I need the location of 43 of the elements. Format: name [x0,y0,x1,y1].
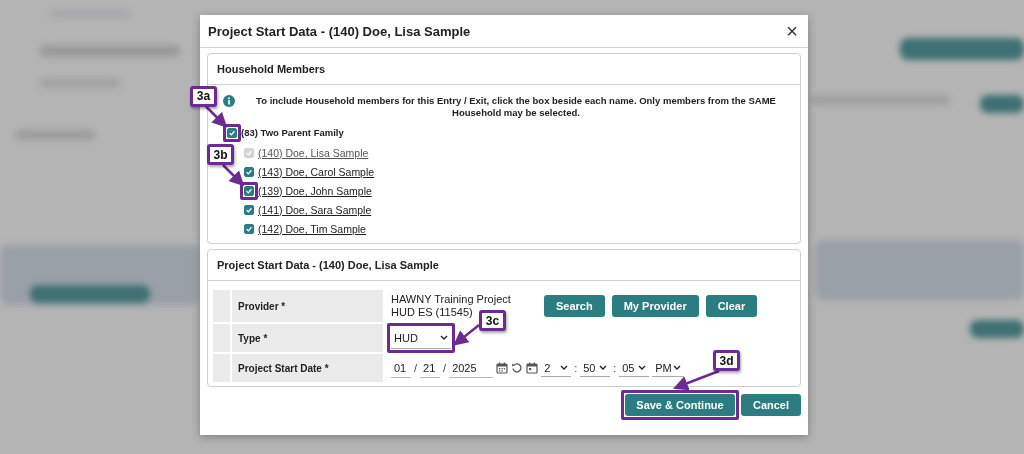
member-link[interactable]: (142) Doe, Tim Sample [258,223,366,235]
field-label: Type * [230,324,383,352]
panel-heading: Project Start Data - (140) Doe, Lisa Sample [217,259,439,271]
instruction-text: To include Household members for this Entry / Exit, click the box beside each name. Only members from the SAME Household may be selected. [255,95,777,119]
checkbox[interactable] [227,127,237,138]
reset-icon[interactable] [511,362,524,374]
date-separator: / [414,362,418,374]
close-button[interactable]: × [784,21,800,41]
step-label: 3d [713,350,741,371]
household-name: (83) Two Parent Family [241,127,344,138]
field-label: Project Start Date * [230,354,383,382]
step-label: 3c [479,310,506,331]
member-link[interactable]: (141) Doe, Sara Sample [258,204,372,216]
provider-button[interactable]: Search [544,295,605,317]
date-separator: / [443,362,447,374]
caret-icon [638,365,647,370]
member-link[interactable]: (139) Doe, John Sample [258,185,372,197]
checkbox[interactable] [244,167,254,177]
checkbox[interactable] [244,224,254,234]
provider-button[interactable]: Clear [705,295,758,317]
caret-icon [673,365,682,370]
checkbox[interactable] [244,186,254,196]
save-button[interactable]: Save & Continue [625,394,735,416]
calendar-icon[interactable] [496,362,509,374]
caret-icon [560,365,569,370]
caret-icon [599,365,608,370]
checkbox[interactable] [244,205,254,215]
cancel-button[interactable]: Cancel [741,394,801,416]
info-icon [223,95,235,107]
provider-button[interactable]: My Provider [611,295,699,317]
caret-icon [440,335,448,340]
panel-heading: Household Members [217,63,326,75]
date-field[interactable]: 2025 [449,358,494,378]
step-label: 3a [190,85,217,107]
time-separator: : [574,362,578,374]
calendar-icon[interactable] [526,362,539,374]
member-link[interactable]: (143) Doe, Carol Sample [258,166,375,178]
dialog-title: Project Start Data - (140) Doe, Lisa Sample [208,23,471,39]
step-label: 3b [207,144,234,165]
time-separator: : [613,362,617,374]
field-label: Provider * [230,290,383,322]
date-field[interactable]: 01 [391,358,411,378]
date-field[interactable]: 21 [420,358,441,378]
